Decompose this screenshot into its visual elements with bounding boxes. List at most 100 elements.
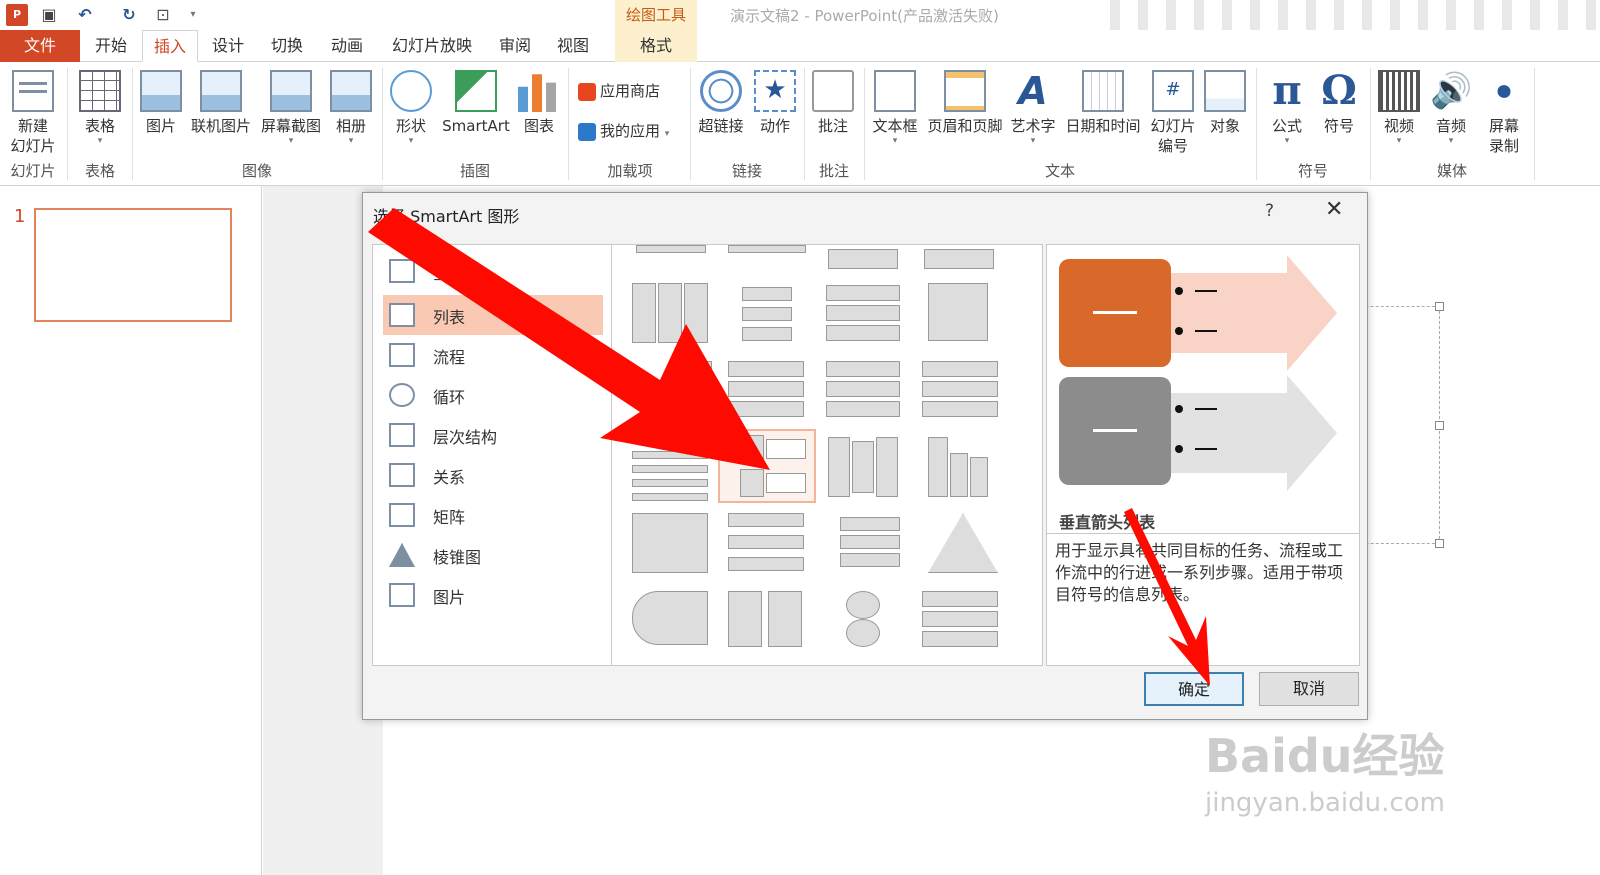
online-picture-icon — [200, 70, 242, 112]
dropdown-caret-icon: ▾ — [892, 136, 898, 146]
my-apps-button[interactable]: 我的应用 ▾ — [578, 120, 669, 141]
screenshot-button[interactable]: 屏幕截图 ▾ — [258, 70, 324, 146]
tab-design[interactable]: 设计 — [204, 30, 252, 62]
layout-thumbnail[interactable] — [824, 245, 902, 277]
equation-button[interactable]: π 公式 ▾ — [1262, 67, 1312, 147]
category-item-process[interactable]: 流程 — [383, 335, 603, 375]
category-item-picture[interactable]: 图片 — [383, 575, 603, 615]
baidu-watermark-url: jingyan.baidu.com — [1205, 788, 1445, 818]
layout-thumbnail[interactable] — [632, 441, 710, 513]
group-label-slides: 幻灯片 — [10, 162, 56, 180]
tab-format[interactable]: 格式 — [615, 30, 697, 62]
customize-qat-icon[interactable]: ▾ — [182, 4, 204, 26]
layout-thumbnail[interactable] — [728, 591, 806, 663]
ok-button[interactable]: 确定 — [1144, 672, 1244, 706]
resize-handle[interactable] — [1435, 539, 1444, 548]
album-button[interactable]: 相册 ▾ — [328, 70, 374, 146]
close-icon[interactable]: ✕ — [1325, 197, 1343, 222]
category-item-cycle[interactable]: 循环 — [383, 375, 603, 415]
tab-transitions[interactable]: 切换 — [262, 30, 312, 62]
category-item-all[interactable]: 全部 — [383, 251, 603, 291]
header-footer-button[interactable]: 页眉和页脚 — [924, 70, 1006, 136]
start-presentation-icon[interactable]: ⊡ — [152, 4, 174, 26]
category-item-matrix[interactable]: 矩阵 — [383, 495, 603, 535]
store-button[interactable]: 应用商店 — [578, 80, 660, 101]
hyperlink-button[interactable]: 超链接 — [694, 70, 748, 136]
object-button[interactable]: 对象 — [1202, 70, 1248, 136]
layout-thumbnail[interactable] — [826, 513, 904, 585]
layout-thumbnail[interactable] — [632, 591, 710, 663]
group-label-illustrations: 插图 — [459, 162, 490, 180]
picture-icon — [389, 583, 415, 607]
smartart-button[interactable]: SmartArt — [440, 70, 512, 136]
tab-slideshow[interactable]: 幻灯片放映 — [382, 30, 482, 62]
group-label-symbols: 符号 — [1297, 162, 1328, 180]
wordart-button[interactable]: A 艺术字 ▾ — [1008, 70, 1058, 146]
dialog-title: 选择 SmartArt 图形 — [373, 207, 520, 226]
category-item-list[interactable]: 列表 — [383, 295, 603, 335]
chart-button[interactable]: 图表 — [516, 70, 562, 136]
layout-thumbnail[interactable] — [632, 245, 710, 277]
layout-thumbnail[interactable] — [920, 245, 998, 277]
comment-button[interactable]: 批注 — [810, 70, 856, 136]
help-icon[interactable]: ? — [1265, 201, 1274, 221]
layout-thumbnail[interactable] — [928, 437, 1006, 509]
undo-icon[interactable]: ↶ — [74, 4, 96, 26]
layout-thumbnail[interactable] — [732, 283, 810, 355]
tab-home[interactable]: 开始 — [86, 30, 136, 62]
layout-thumbnail[interactable] — [928, 513, 1006, 585]
group-label-comments: 批注 — [818, 162, 849, 180]
screen-recording-button[interactable]: ⏺ 屏幕 录制 — [1480, 70, 1528, 156]
layout-thumbnail[interactable] — [632, 361, 712, 433]
layout-thumbnail[interactable] — [846, 591, 924, 663]
layout-thumbnail[interactable] — [828, 437, 906, 509]
textbox-button[interactable]: 文本框 ▾ — [868, 70, 922, 146]
layout-thumbnail[interactable] — [728, 513, 806, 585]
layout-thumbnail[interactable] — [632, 283, 710, 355]
audio-button[interactable]: 🔊 音频 ▾ — [1428, 70, 1474, 146]
chart-icon — [518, 74, 560, 112]
datetime-button[interactable]: 日期和时间 — [1062, 70, 1144, 136]
action-button[interactable]: ★ 动作 — [752, 70, 798, 136]
layout-thumbnail[interactable] — [728, 361, 806, 433]
layout-thumbnail[interactable] — [922, 361, 1000, 433]
save-icon[interactable]: ▣ — [38, 4, 60, 26]
layout-thumbnail-vertical-arrow-list[interactable] — [718, 429, 816, 503]
resize-handle[interactable] — [1435, 302, 1444, 311]
smartart-icon — [455, 70, 497, 112]
category-list: 全部 列表 流程 循环 层次结构 关系 矩阵 棱锥图 图片 — [372, 244, 612, 666]
category-item-hierarchy[interactable]: 层次结构 — [383, 415, 603, 455]
group-separator — [690, 68, 691, 180]
layout-thumbnail[interactable] — [826, 283, 904, 355]
layout-thumbnail[interactable] — [928, 283, 1006, 355]
tab-review[interactable]: 审阅 — [490, 30, 540, 62]
tab-insert[interactable]: 插入 — [142, 30, 198, 62]
category-item-relationship[interactable]: 关系 — [383, 455, 603, 495]
table-button[interactable]: 表格 ▾ — [72, 70, 128, 146]
shapes-button[interactable]: 形状 ▾ — [388, 70, 434, 146]
layout-thumbnail[interactable] — [632, 513, 710, 585]
redo-icon[interactable]: ↻ — [118, 4, 140, 26]
tab-animations[interactable]: 动画 — [322, 30, 372, 62]
category-item-pyramid[interactable]: 棱锥图 — [383, 535, 603, 575]
online-picture-button[interactable]: 联机图片 — [188, 70, 254, 136]
picture-button[interactable]: 图片 — [138, 70, 184, 136]
slide-number-button[interactable]: # 幻灯片 编号 — [1148, 70, 1198, 156]
tab-file[interactable]: 文件 — [0, 30, 80, 62]
group-label-media: 媒体 — [1436, 162, 1467, 180]
picture-icon — [140, 70, 182, 112]
video-button[interactable]: 视频 ▾ — [1376, 70, 1422, 146]
cancel-button[interactable]: 取消 — [1259, 672, 1359, 706]
new-slide-button[interactable]: 新建 幻灯片 — [2, 70, 64, 156]
symbol-button[interactable]: Ω 符号 — [1314, 70, 1364, 136]
ribbon: 新建 幻灯片 幻灯片 表格 ▾ 表格 图片 联机图片 屏幕截图 ▾ 相册 ▾ 图… — [0, 62, 1600, 186]
new-slide-icon — [12, 70, 54, 112]
layout-thumbnail[interactable] — [728, 245, 806, 277]
layout-thumbnail[interactable] — [826, 361, 904, 433]
layout-thumbnail[interactable] — [922, 591, 1000, 663]
slide-number-icon: # — [1152, 70, 1194, 112]
slide-thumbnail[interactable] — [34, 208, 232, 322]
pi-icon: π — [1272, 67, 1302, 114]
resize-handle[interactable] — [1435, 421, 1444, 430]
tab-view[interactable]: 视图 — [548, 30, 598, 62]
